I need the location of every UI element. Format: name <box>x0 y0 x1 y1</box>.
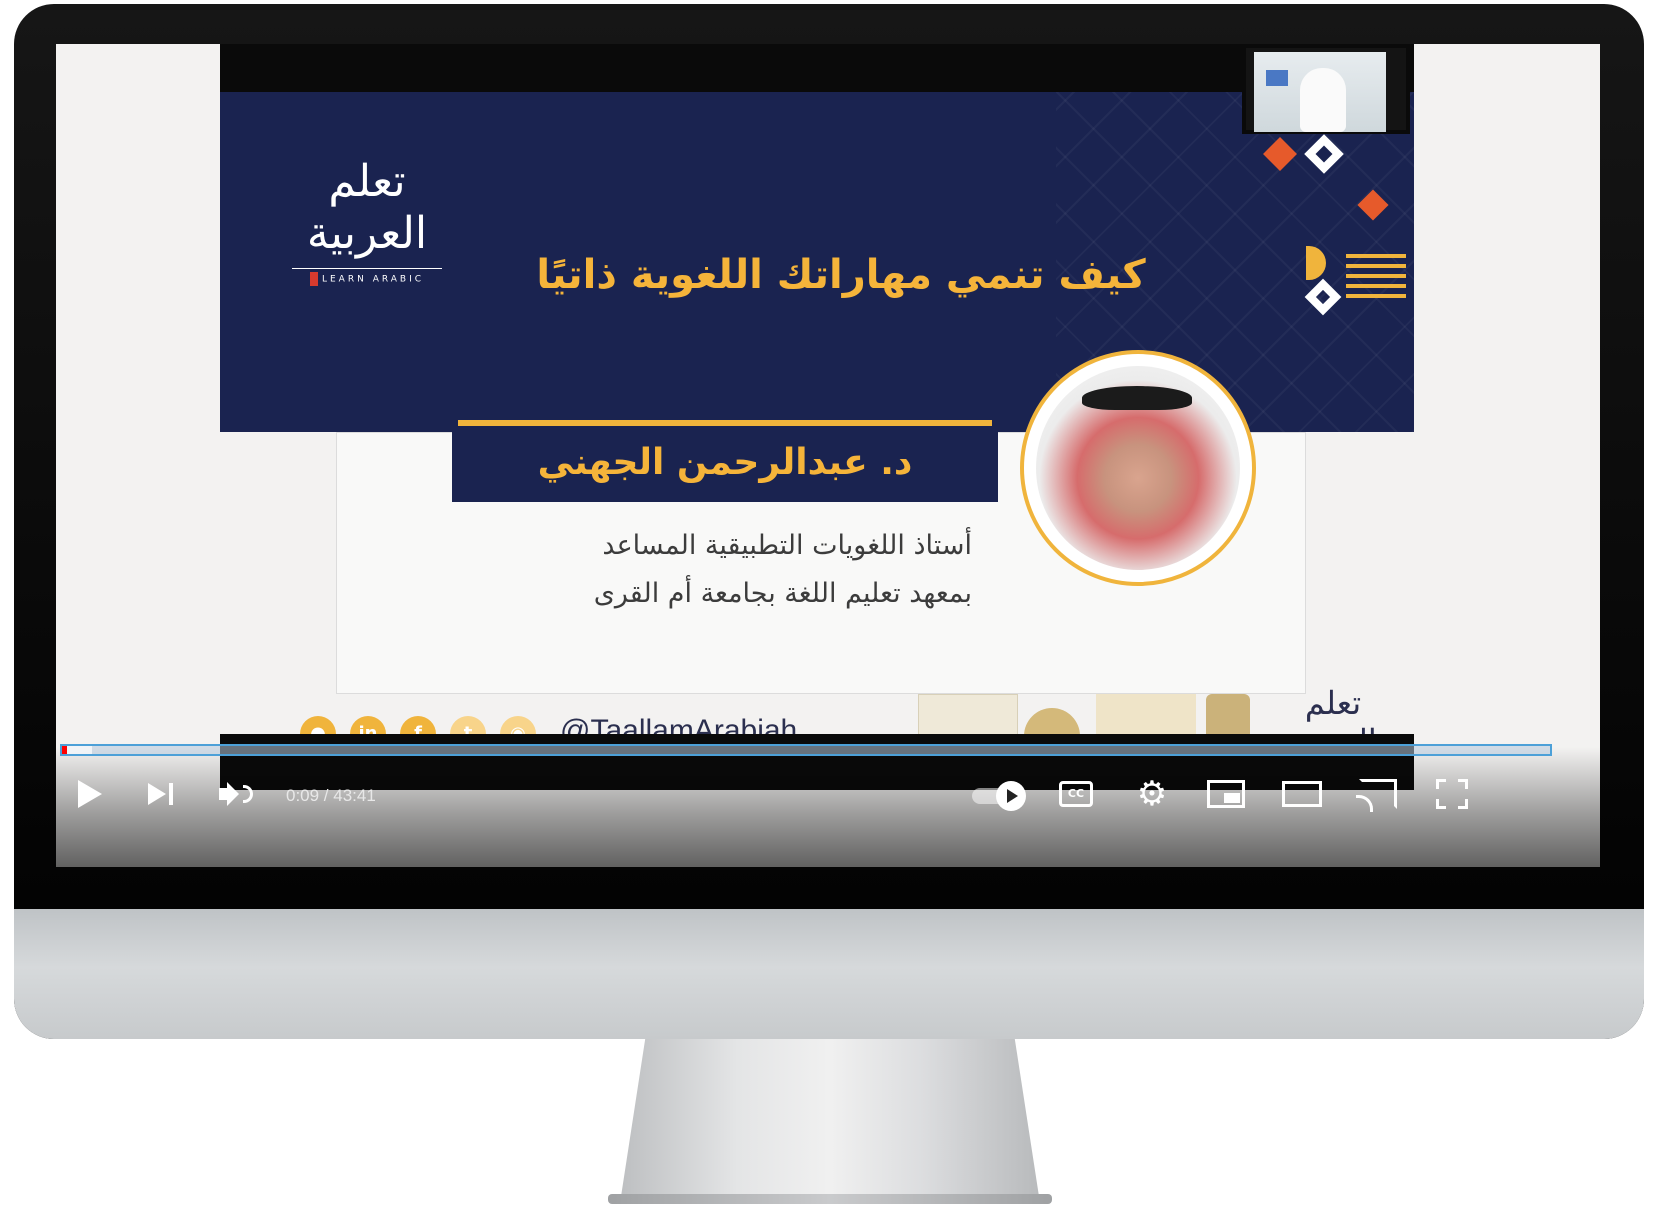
mute-button[interactable] <box>216 774 256 814</box>
speaker-portrait <box>1020 350 1256 586</box>
logo-calligraphy: تعلم العربية <box>306 156 428 259</box>
speaker-photo <box>1036 366 1240 570</box>
progress-bar[interactable] <box>60 744 1552 756</box>
tile <box>1357 189 1389 221</box>
monitor-stand <box>620 1039 1040 1203</box>
play-icon <box>78 780 102 808</box>
autoplay-knob <box>996 781 1026 811</box>
video-player[interactable]: تعلم العربية LEARN ARABIC كيف تنمي مهارا… <box>56 44 1600 867</box>
play-button[interactable] <box>70 774 110 814</box>
next-button[interactable] <box>140 774 180 814</box>
tile <box>1346 284 1406 288</box>
learn-arabic-logo: تعلم العربية LEARN ARABIC <box>292 156 442 286</box>
tile <box>1346 264 1406 268</box>
subtitles-button[interactable]: CC <box>1056 774 1096 814</box>
speaker-role-line1: أستاذ اللغويات التطبيقية المساعد <box>602 530 972 561</box>
progress-played <box>62 746 68 754</box>
tile <box>1306 246 1326 280</box>
player-controls: 0:09 / 43:41 CC ⚙ <box>56 764 1600 824</box>
next-icon <box>147 783 173 805</box>
tile <box>1346 294 1406 298</box>
settings-button[interactable]: ⚙ <box>1132 774 1172 814</box>
webcam-feed <box>1254 52 1386 132</box>
decorative-tiles <box>1263 134 1410 364</box>
logo-subtext: LEARN ARABIC <box>292 268 442 286</box>
volume-icon <box>219 782 253 806</box>
slide-top-band <box>220 44 1414 92</box>
gear-icon: ⚙ <box>1136 774 1168 814</box>
miniplayer-icon <box>1207 780 1245 808</box>
webcam-overlay <box>1242 44 1410 134</box>
slide-title: كيف تنمي مهاراتك اللغوية ذاتيًا <box>536 252 1146 298</box>
theater-icon <box>1282 781 1322 807</box>
speaker-name: د. عبدالرحمن الجهني <box>452 428 998 502</box>
tile <box>1304 278 1342 316</box>
speaker-role-line2: بمعهد تعليم اللغة بجامعة أم القرى <box>593 578 972 609</box>
gold-divider <box>458 420 992 426</box>
miniplayer-button[interactable] <box>1206 774 1246 814</box>
theater-mode-button[interactable] <box>1282 774 1322 814</box>
fullscreen-icon <box>1436 779 1468 809</box>
tile <box>1346 274 1406 278</box>
monitor-chin <box>14 909 1644 1039</box>
cast-icon <box>1356 779 1397 812</box>
monitor-icon <box>1266 70 1288 86</box>
time-display: 0:09 / 43:41 <box>286 786 376 805</box>
agal <box>1082 386 1192 410</box>
speaker-role: أستاذ اللغويات التطبيقية المساعد بمعهد ت… <box>476 522 972 622</box>
tile <box>1346 254 1406 258</box>
speaker-thumbnail <box>1300 68 1346 132</box>
cast-button[interactable] <box>1356 774 1398 814</box>
fullscreen-button[interactable] <box>1432 774 1472 814</box>
cc-icon: CC <box>1059 781 1093 807</box>
autoplay-toggle[interactable] <box>972 781 1026 811</box>
monitor-stand-base <box>608 1194 1052 1204</box>
tile <box>1304 134 1344 174</box>
